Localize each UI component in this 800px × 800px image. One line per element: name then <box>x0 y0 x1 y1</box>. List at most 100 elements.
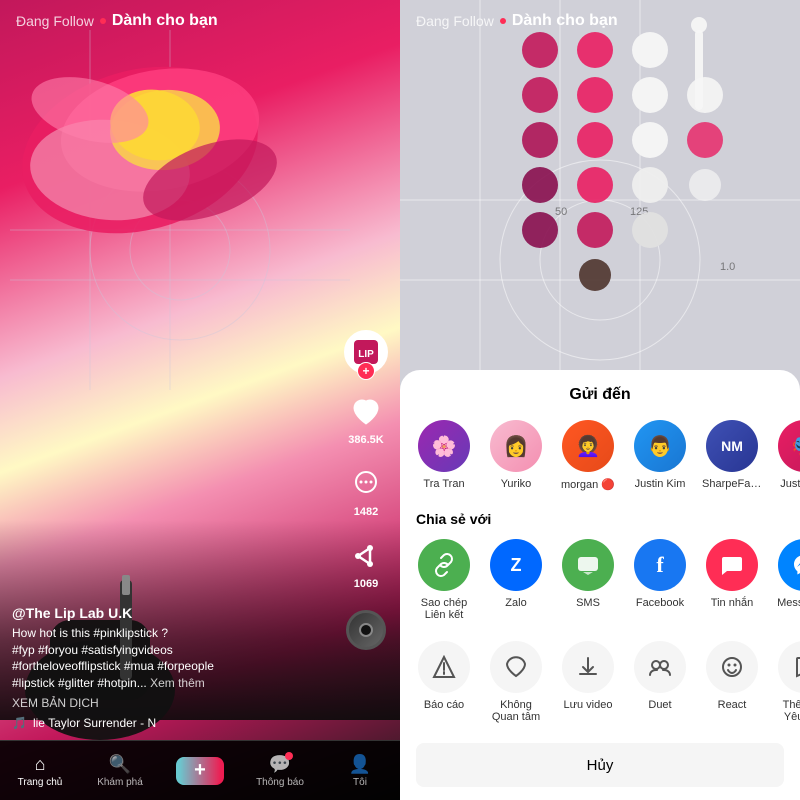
report-icon <box>418 641 470 693</box>
following-tab-right[interactable]: Đang Follow <box>416 13 494 29</box>
friend-avatar-justin-kim: 👨 <box>634 420 686 472</box>
action-react[interactable]: React <box>704 641 760 723</box>
friend-item-justin-vib[interactable]: 🎭 Justin Vib <box>776 420 800 491</box>
copy-link-icon <box>418 539 470 591</box>
share-icon <box>348 538 384 574</box>
friend-avatar-justin-vib: 🎭 <box>778 420 800 472</box>
friend-item-justin-kim[interactable]: 👨 Justin Kim <box>632 420 688 491</box>
zalo-label: Zalo <box>505 597 526 609</box>
music-text: lie Taylor Surrender - N <box>33 716 156 730</box>
duet-icon <box>634 641 686 693</box>
sms-label: SMS <box>576 597 600 609</box>
friend-item-tra-tran[interactable]: 🌸 Tra Tran <box>416 420 472 491</box>
share-option-zalo[interactable]: Z Zalo <box>488 539 544 621</box>
profile-icon: 👤 <box>349 754 371 775</box>
add-button[interactable]: + <box>179 757 221 785</box>
react-icon <box>706 641 758 693</box>
music-disc-center <box>359 623 373 637</box>
nav-item-inbox[interactable]: 💬 Thông báo <box>240 754 320 788</box>
share-option-copy[interactable]: Sao chépLiên kết <box>416 539 472 621</box>
not-interested-icon <box>490 641 542 693</box>
friend-avatar-morgan: 👩‍🦱 <box>562 420 614 472</box>
friend-item-morgan[interactable]: 👩‍🦱 morgan 🔴 <box>560 420 616 491</box>
friend-name-justin-vib: Justin Vib <box>780 478 800 490</box>
nav-separator-dot-right <box>500 18 506 24</box>
home-icon: ⌂ <box>35 754 46 775</box>
creator-avatar-container[interactable]: LIP + <box>344 330 388 374</box>
friend-name-tra-tran: Tra Tran <box>423 478 464 490</box>
svg-text:1.0: 1.0 <box>720 261 735 273</box>
nav-item-search[interactable]: 🔍 Khám phá <box>80 754 160 788</box>
messenger-icon <box>778 539 800 591</box>
nav-item-profile[interactable]: 👤 Tôi <box>320 754 400 788</box>
nav-item-add[interactable]: + <box>160 757 240 785</box>
see-more-link[interactable]: Xem thêm <box>150 676 205 690</box>
svg-text:50: 50 <box>555 206 567 218</box>
for-you-tab-right[interactable]: Dành cho bạn <box>512 12 618 30</box>
friend-item-yuriko[interactable]: 👩 Yuriko <box>488 420 544 491</box>
music-info: 🎵 lie Taylor Surrender - N <box>12 716 340 730</box>
friend-name-sharpe: SharpeFamilySingers <box>702 478 762 490</box>
action-duet[interactable]: Duet <box>632 641 688 723</box>
zalo-icon: Z <box>490 539 542 591</box>
bottom-navigation: ⌂ Trang chủ 🔍 Khám phá + 💬 Thông báo 👤 T… <box>0 740 400 800</box>
save-video-icon <box>562 641 614 693</box>
friend-name-yuriko: Yuriko <box>501 478 532 490</box>
comment-action[interactable]: 1482 <box>348 466 384 518</box>
share-option-sms[interactable]: SMS <box>560 539 616 621</box>
share-options-list: Sao chépLiên kết Z Zalo SMS f Facebook <box>400 539 800 621</box>
top-navigation-left: Đang Follow Dành cho bạn <box>0 0 400 42</box>
right-actions-panel: LIP + 386.5K 14 <box>344 330 388 650</box>
action-report[interactable]: Báo cáo <box>416 641 472 723</box>
share-option-message[interactable]: Tin nhắn <box>704 539 760 621</box>
search-label: Khám phá <box>97 777 143 788</box>
top-navigation-right: Đang Follow Dành cho bạn <box>400 0 800 42</box>
following-tab-left[interactable]: Đang Follow <box>16 13 94 29</box>
friends-list: 🌸 Tra Tran 👩 Yuriko 👩‍🦱 morgan 🔴 👨 Justi… <box>400 420 800 491</box>
for-you-tab-left[interactable]: Dành cho bạn <box>112 12 218 30</box>
svg-text:LIP: LIP <box>358 349 374 360</box>
left-video-panel: Đang Follow Dành cho bạn LIP + <box>0 0 400 800</box>
inbox-notification-badge <box>285 752 293 760</box>
action-add-favorite[interactable]: Thêm vàYêu thíc <box>776 641 800 723</box>
follow-plus-button[interactable]: + <box>357 362 375 380</box>
video-caption: How hot is this #pinklipstick ?#fyp #for… <box>12 625 340 692</box>
sms-icon <box>562 539 614 591</box>
profile-label: Tôi <box>353 777 367 788</box>
translate-button[interactable]: XEM BẢN DỊCH <box>12 696 340 710</box>
duet-label: Duet <box>648 699 671 711</box>
friend-name-morgan: morgan 🔴 <box>561 478 615 491</box>
nav-item-home[interactable]: ⌂ Trang chủ <box>0 754 80 788</box>
search-icon: 🔍 <box>109 754 131 775</box>
music-note-icon: 🎵 <box>12 716 27 730</box>
add-icon: + <box>194 759 206 782</box>
right-video-panel: 50 125 1.0 <box>400 0 800 800</box>
nav-follow-section[interactable]: Đang Follow Dành cho bạn <box>16 12 218 30</box>
nav-follow-section-right[interactable]: Đang Follow Dành cho bạn <box>416 12 618 30</box>
share-count: 1069 <box>354 578 378 590</box>
friend-avatar-yuriko: 👩 <box>490 420 542 472</box>
like-action[interactable]: 386.5K <box>348 394 384 446</box>
share-option-facebook[interactable]: f Facebook <box>632 539 688 621</box>
friend-item-sharpe[interactable]: NM SharpeFamilySingers <box>704 420 760 491</box>
video-info: @The Lip Lab U.K How hot is this #pinkli… <box>12 605 340 730</box>
comment-count: 1482 <box>354 506 378 518</box>
save-video-label: Lưu video <box>564 699 613 711</box>
nav-separator-dot <box>100 18 106 24</box>
add-favorite-icon <box>778 641 800 693</box>
add-favorite-label: Thêm vàYêu thíc <box>783 699 800 723</box>
share-action[interactable]: 1069 <box>348 538 384 590</box>
message-icon <box>706 539 758 591</box>
creator-username[interactable]: @The Lip Lab U.K <box>12 605 340 621</box>
inbox-icon-container: 💬 <box>269 754 291 775</box>
action-save-video[interactable]: Lưu video <box>560 641 616 723</box>
like-icon <box>348 394 384 430</box>
action-not-interested[interactable]: KhôngQuan tâm <box>488 641 544 723</box>
home-label: Trang chủ <box>18 777 63 788</box>
messenger-label: Messeng... <box>777 597 800 609</box>
share-option-messenger[interactable]: Messeng... <box>776 539 800 621</box>
react-label: React <box>718 699 747 711</box>
music-disc-icon <box>346 610 386 650</box>
copy-link-label: Sao chépLiên kết <box>421 597 467 621</box>
cancel-button[interactable]: Hủy <box>416 743 784 787</box>
